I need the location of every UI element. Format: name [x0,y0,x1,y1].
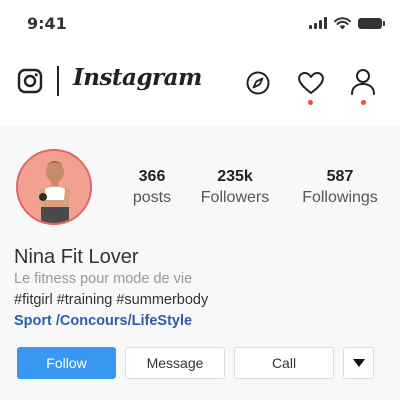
more-options-button[interactable] [343,347,374,379]
profile-notification-dot [361,100,366,105]
status-bar: 9:41 [0,0,400,50]
profile-hashtags: #fitgirl #training #summerbody [14,292,209,308]
signal-icon [309,17,327,29]
avatar[interactable] [16,149,92,225]
followings-count: 587 [326,168,354,185]
app-wordmark: Instagram [73,64,202,91]
profile-bio: Le fitness pour mode de vie [14,271,193,287]
profile-link[interactable]: Sport /Concours/LifeStyle [14,313,192,329]
stat-followings[interactable]: 587 Followings [297,168,383,207]
followings-label: Followings [302,189,378,206]
profile-photo [18,151,90,223]
stat-followers[interactable]: 235k Followers [196,168,274,207]
followers-label: Followers [200,189,270,206]
message-button[interactable]: Message [125,347,225,379]
followers-count: 235k [217,168,253,185]
status-icons [309,16,385,30]
heart-notification-dot [308,100,313,105]
instagram-logo-icon[interactable] [17,68,43,94]
stat-posts[interactable]: 366 posts [121,168,183,207]
posts-label: posts [132,189,172,206]
posts-count: 366 [138,168,166,185]
follow-button[interactable]: Follow [17,347,116,379]
heart-icon[interactable] [297,71,325,95]
profile-name: Nina Fit Lover [14,246,139,268]
user-icon[interactable] [350,68,376,96]
compass-icon[interactable] [245,70,271,96]
wifi-icon [334,16,351,29]
caret-down-icon [352,359,365,367]
battery-icon [358,17,385,29]
status-time: 9:41 [27,14,67,33]
logo-divider [57,66,59,96]
call-button[interactable]: Call [234,347,334,379]
